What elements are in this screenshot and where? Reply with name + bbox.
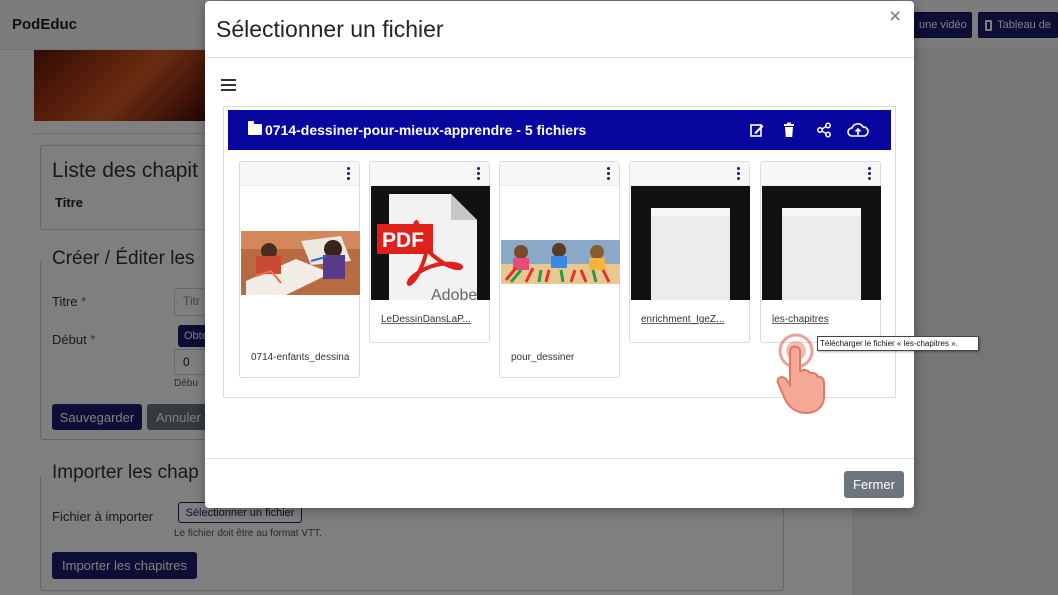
share-icon[interactable] xyxy=(816,122,832,138)
document-icon xyxy=(631,186,750,300)
edit-icon[interactable] xyxy=(749,122,765,138)
kebab-menu-icon[interactable] xyxy=(867,167,871,181)
file-thumbnail xyxy=(501,240,620,284)
kebab-menu-icon[interactable] xyxy=(736,167,740,181)
file-name: pour_dessiner xyxy=(511,352,575,363)
pdf-icon: PDF Adobe xyxy=(371,186,490,300)
svg-text:PDF: PDF xyxy=(382,229,424,252)
folder-name: 0714-dessiner-pour-mieux-apprendre - 5 f… xyxy=(265,122,587,138)
menu-icon[interactable] xyxy=(221,79,236,91)
modal-footer-divider xyxy=(205,458,914,459)
file-card[interactable]: pour_dessiner xyxy=(499,161,620,378)
file-download-link[interactable]: enrichment_IgeZ... xyxy=(641,314,745,325)
file-card[interactable]: les-chapitres xyxy=(760,161,881,343)
file-thumbnail xyxy=(241,231,360,295)
svg-text:Adobe: Adobe xyxy=(431,287,477,300)
download-tooltip: Télécharger le fichier « les-chapitres »… xyxy=(817,336,979,351)
trash-icon[interactable] xyxy=(781,122,797,138)
file-card[interactable]: enrichment_IgeZ... xyxy=(629,161,750,343)
close-icon[interactable]: × xyxy=(889,6,901,27)
kebab-menu-icon[interactable] xyxy=(346,167,350,181)
file-name: 0714-enfants_dessina xyxy=(251,352,350,363)
folder-icon xyxy=(248,121,262,135)
document-icon xyxy=(762,186,881,300)
pointer-hand-icon xyxy=(776,333,825,415)
folder-header: 0714-dessiner-pour-mieux-apprendre - 5 f… xyxy=(228,110,891,150)
modal-header: Sélectionner un fichier × xyxy=(205,1,914,58)
kebab-menu-icon[interactable] xyxy=(476,167,480,181)
file-download-link[interactable]: LeDessinDansLaP... xyxy=(381,314,485,325)
file-picker-modal: Sélectionner un fichier × 0714-dessiner-… xyxy=(205,1,914,508)
kebab-menu-icon[interactable] xyxy=(606,167,610,181)
cloud-upload-icon[interactable] xyxy=(847,122,869,138)
file-card[interactable]: PDF Adobe LeDessinDansLaP... xyxy=(369,161,490,343)
file-download-link[interactable]: les-chapitres xyxy=(772,314,876,325)
close-modal-button[interactable]: Fermer xyxy=(844,471,904,498)
modal-title: Sélectionner un fichier xyxy=(216,16,444,42)
file-card[interactable]: 0714-enfants_dessina xyxy=(239,161,360,378)
